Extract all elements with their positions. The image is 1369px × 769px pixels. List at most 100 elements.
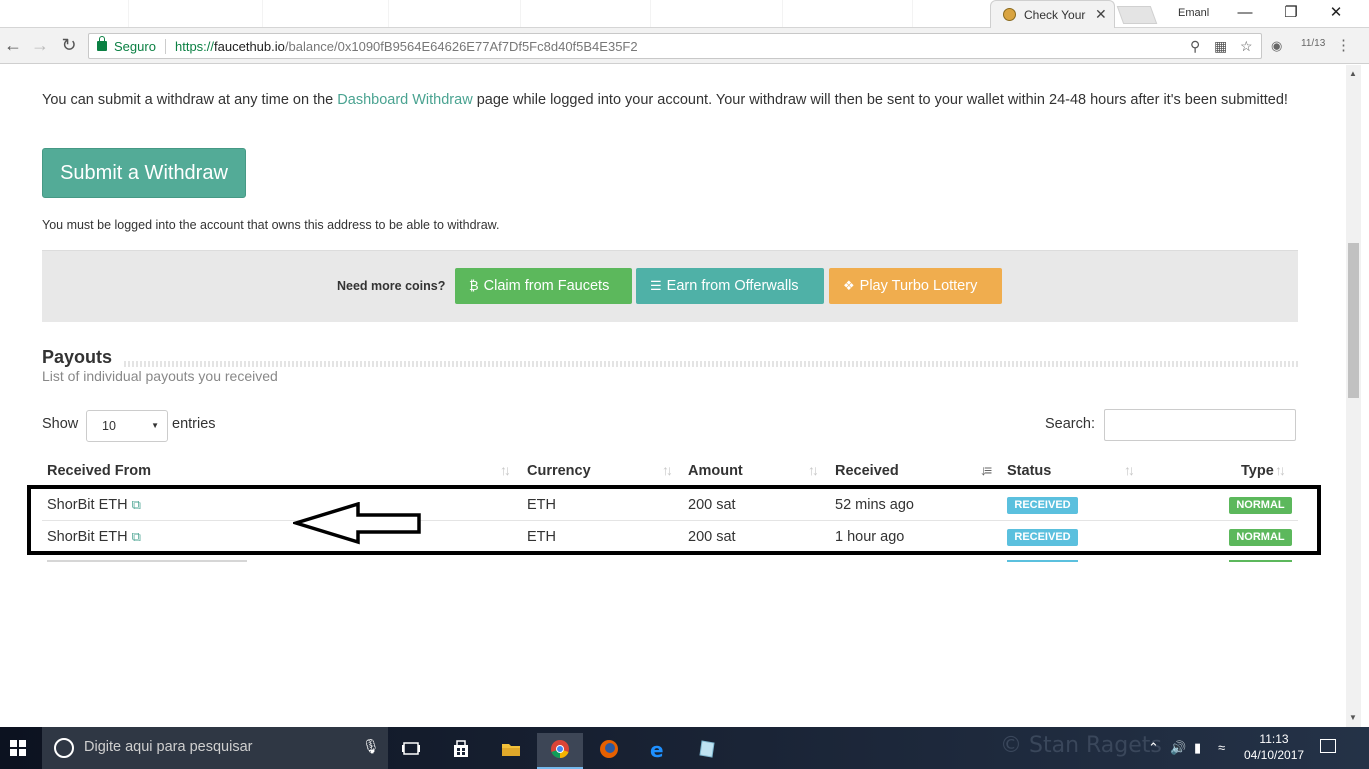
need-more-label: Need more coins? xyxy=(337,279,446,293)
entries-value: 10 xyxy=(102,419,116,433)
profile-name[interactable]: Emanl xyxy=(1178,7,1209,19)
windows-start-icon[interactable] xyxy=(10,740,26,756)
tab-close-icon[interactable]: ✕ xyxy=(1095,6,1107,23)
page-scrollbar[interactable]: ▲ ▼ xyxy=(1346,65,1361,727)
payouts-divider xyxy=(124,361,1298,367)
extension-counter-icon[interactable]: 11/13 xyxy=(1301,38,1325,49)
taskbar-search-placeholder: Digite aqui para pesquisar xyxy=(84,739,253,755)
url-host: faucethub.io xyxy=(214,39,285,54)
header-received-from[interactable]: Received From xyxy=(47,463,151,479)
tray-chevron-icon[interactable]: ⌃ xyxy=(1148,740,1159,756)
url-text[interactable]: https://faucethub.io/balance/0x1090fB956… xyxy=(175,39,638,54)
wifi-icon[interactable]: ≈ xyxy=(1218,740,1225,755)
task-view-glyph xyxy=(402,742,420,755)
battery-icon[interactable]: ▮ xyxy=(1194,740,1201,756)
skype-extension-icon[interactable]: ◉ xyxy=(1271,38,1282,54)
translate-icon[interactable]: ▦ xyxy=(1214,38,1227,55)
folder-glyph xyxy=(502,744,520,756)
title-bar: Check Your ✕ Emanl — ❐ ✕ xyxy=(0,0,1369,28)
notepad-glyph xyxy=(699,740,715,758)
sort-desc-icon[interactable]: ↓≡ xyxy=(980,462,992,478)
zoom-icon[interactable]: ⚲ xyxy=(1190,38,1200,55)
store-glyph xyxy=(454,740,468,757)
firefox-glyph xyxy=(600,740,618,758)
need-more-coins-panel: Need more coins? ₿ Claim from Faucets ☰ Ea… xyxy=(42,250,1298,322)
tab-strip xyxy=(0,0,978,27)
header-amount[interactable]: Amount xyxy=(688,463,743,479)
microphone-icon[interactable]: 🎙 xyxy=(362,738,380,755)
payouts-subtitle: List of individual payouts you received xyxy=(42,368,278,384)
claim-label: Claim from Faucets xyxy=(483,278,610,294)
file-explorer-icon[interactable] xyxy=(488,733,534,769)
address-bar[interactable]: Seguro https://faucethub.io/balance/0x10… xyxy=(88,33,1262,59)
sort-icon[interactable]: ↑↓ xyxy=(662,462,673,478)
restore-icon[interactable]: ❐ xyxy=(1268,2,1314,26)
svg-text:e: e xyxy=(650,739,664,759)
intro-text-after: page while logged into your account. You… xyxy=(472,92,1288,108)
header-received[interactable]: Received xyxy=(835,463,899,479)
window-close-icon[interactable]: ✕ xyxy=(1313,2,1359,26)
earn-from-offerwalls-button[interactable]: ☰ Earn from Offerwalls xyxy=(636,268,824,304)
clock-date: 04/10/2017 xyxy=(1244,748,1305,762)
show-label: Show xyxy=(42,416,79,432)
header-status[interactable]: Status xyxy=(1007,463,1051,479)
secure-label: Seguro xyxy=(114,39,156,54)
scroll-up-icon[interactable]: ▲ xyxy=(1349,69,1357,78)
menu-icon[interactable]: ⋮ xyxy=(1336,36,1351,54)
sort-icon[interactable]: ↑↓ xyxy=(1124,462,1135,478)
claim-from-faucets-button[interactable]: ₿ Claim from Faucets xyxy=(455,268,632,304)
blank-area xyxy=(0,562,1346,727)
scroll-thumb[interactable] xyxy=(1348,243,1359,398)
page-content: You can submit a withdraw at any time on… xyxy=(0,65,1369,727)
header-type[interactable]: Type xyxy=(1241,463,1274,479)
bookmark-star-icon[interactable]: ☆ xyxy=(1240,38,1253,55)
ticket-icon: ❖ xyxy=(843,278,855,293)
withdraw-intro: You can submit a withdraw at any time on… xyxy=(42,90,1302,111)
forward-icon[interactable]: → xyxy=(28,35,52,56)
cortana-icon[interactable] xyxy=(54,738,74,758)
scroll-down-icon[interactable]: ▼ xyxy=(1349,713,1357,722)
lock-icon xyxy=(97,36,107,51)
back-icon[interactable]: ← xyxy=(1,35,25,56)
notepad-app-icon[interactable] xyxy=(684,733,730,769)
intro-text-before: You can submit a withdraw at any time on… xyxy=(42,92,338,108)
play-turbo-lottery-button[interactable]: ❖ Play Turbo Lottery xyxy=(829,268,1002,304)
annotation-highlight-box xyxy=(27,485,1321,555)
entries-select[interactable]: 10 ▼ xyxy=(86,410,168,442)
reload-icon[interactable]: ↻ xyxy=(57,35,81,56)
clock-time: 11:13 xyxy=(1259,732,1289,746)
active-tab[interactable]: Check Your ✕ xyxy=(990,0,1115,28)
url-scheme: https:// xyxy=(175,39,215,54)
sort-icon[interactable]: ↑↓ xyxy=(808,462,819,478)
entries-label: entries xyxy=(172,416,216,432)
browser-toolbar: ← → ↻ Seguro https://faucethub.io/balanc… xyxy=(0,28,1369,64)
edge-glyph: e xyxy=(650,739,664,759)
submit-withdraw-button[interactable]: Submit a Withdraw xyxy=(42,148,246,198)
system-clock[interactable]: 11:13 04/10/2017 xyxy=(1244,731,1304,763)
url-divider xyxy=(165,39,166,54)
minimize-icon[interactable]: — xyxy=(1222,2,1268,26)
sort-icon[interactable]: ↑↓ xyxy=(500,462,511,478)
sort-icon[interactable]: ↑↓ xyxy=(1275,462,1286,478)
earn-label: Earn from Offerwalls xyxy=(666,278,799,294)
faucethub-favicon-icon xyxy=(1003,8,1016,21)
new-tab-button[interactable] xyxy=(1116,6,1158,24)
taskbar-search-box[interactable]: Digite aqui para pesquisar 🎙 xyxy=(42,727,388,769)
table-search-input[interactable] xyxy=(1104,409,1296,441)
chrome-taskbar-icon[interactable] xyxy=(537,733,583,769)
header-currency[interactable]: Currency xyxy=(527,463,591,479)
search-label: Search: xyxy=(1045,416,1095,432)
dashboard-withdraw-link[interactable]: Dashboard Withdraw xyxy=(337,92,472,108)
edge-icon[interactable]: e xyxy=(635,733,681,769)
firefox-icon[interactable] xyxy=(586,733,632,769)
bitcoin-icon: ₿ xyxy=(469,278,479,293)
url-path: /balance/0x1090fB9564E64626E77Af7Df5Fc8d… xyxy=(284,39,638,54)
login-note: You must be logged into the account that… xyxy=(42,218,500,232)
notification-center-icon[interactable] xyxy=(1320,739,1336,753)
task-view-icon[interactable] xyxy=(388,733,434,769)
chrome-glyph xyxy=(551,740,569,758)
dropdown-caret-icon: ▼ xyxy=(151,421,159,430)
volume-icon[interactable]: 🔊 xyxy=(1170,740,1186,756)
store-icon[interactable] xyxy=(438,733,484,769)
list-icon: ☰ xyxy=(650,278,662,293)
